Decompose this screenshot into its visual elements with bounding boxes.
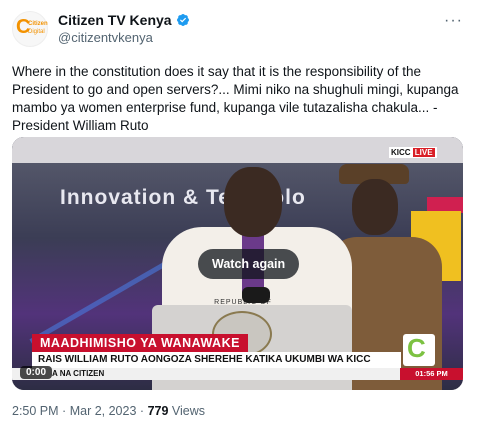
ticker-time: 01:56 PM xyxy=(400,368,463,380)
watch-again-button[interactable]: Watch again xyxy=(198,249,300,279)
account-handle[interactable]: @citizentvkenya xyxy=(58,30,153,45)
views-label: Views xyxy=(171,404,206,418)
tweet-text: Where in the constitution does it say th… xyxy=(12,64,459,133)
tweet-date[interactable]: Mar 2, 2023 xyxy=(70,404,137,418)
video-timecode: 0:00 xyxy=(20,366,53,379)
avatar-logo-text: Citizen xyxy=(28,21,48,27)
kicc-live-badge: KICC LIVE xyxy=(389,147,437,158)
account-name[interactable]: Citizen TV Kenya xyxy=(58,12,172,28)
video-player[interactable]: Innovation & Technolo KICC LIVE REPUBLIC… xyxy=(12,137,463,390)
speaker-head xyxy=(224,167,282,237)
channel-logo-mark: C xyxy=(407,333,426,363)
lower-third-title: MAADHIMISHO YA WANAWAKE xyxy=(32,334,248,352)
kicc-label: KICC xyxy=(391,148,411,157)
microphones xyxy=(242,287,270,303)
lower-third-subtitle: RAIS WILLIAM RUTO AONGOZA SHEREHE KATIKA… xyxy=(32,352,401,368)
tweet-meta: 2:50 PM · Mar 2, 2023 · 779 Views xyxy=(12,404,205,418)
meta-separator-2: · xyxy=(139,404,145,418)
account-name-row: Citizen TV Kenya xyxy=(58,12,190,28)
views-count: 779 xyxy=(147,404,169,418)
live-label: LIVE xyxy=(412,148,435,157)
more-options-icon[interactable]: ··· xyxy=(444,12,463,30)
avatar-logo-subtext: Digital xyxy=(28,29,45,35)
meta-separator: · xyxy=(62,404,67,418)
tweet-time[interactable]: 2:50 PM xyxy=(12,404,59,418)
ticker-text: A NA CITIZEN xyxy=(52,369,105,378)
verified-badge-icon xyxy=(176,14,189,26)
account-avatar[interactable]: C Citizen Digital xyxy=(12,11,48,47)
guard-head xyxy=(352,179,398,235)
citizen-channel-logo: C xyxy=(403,334,435,366)
